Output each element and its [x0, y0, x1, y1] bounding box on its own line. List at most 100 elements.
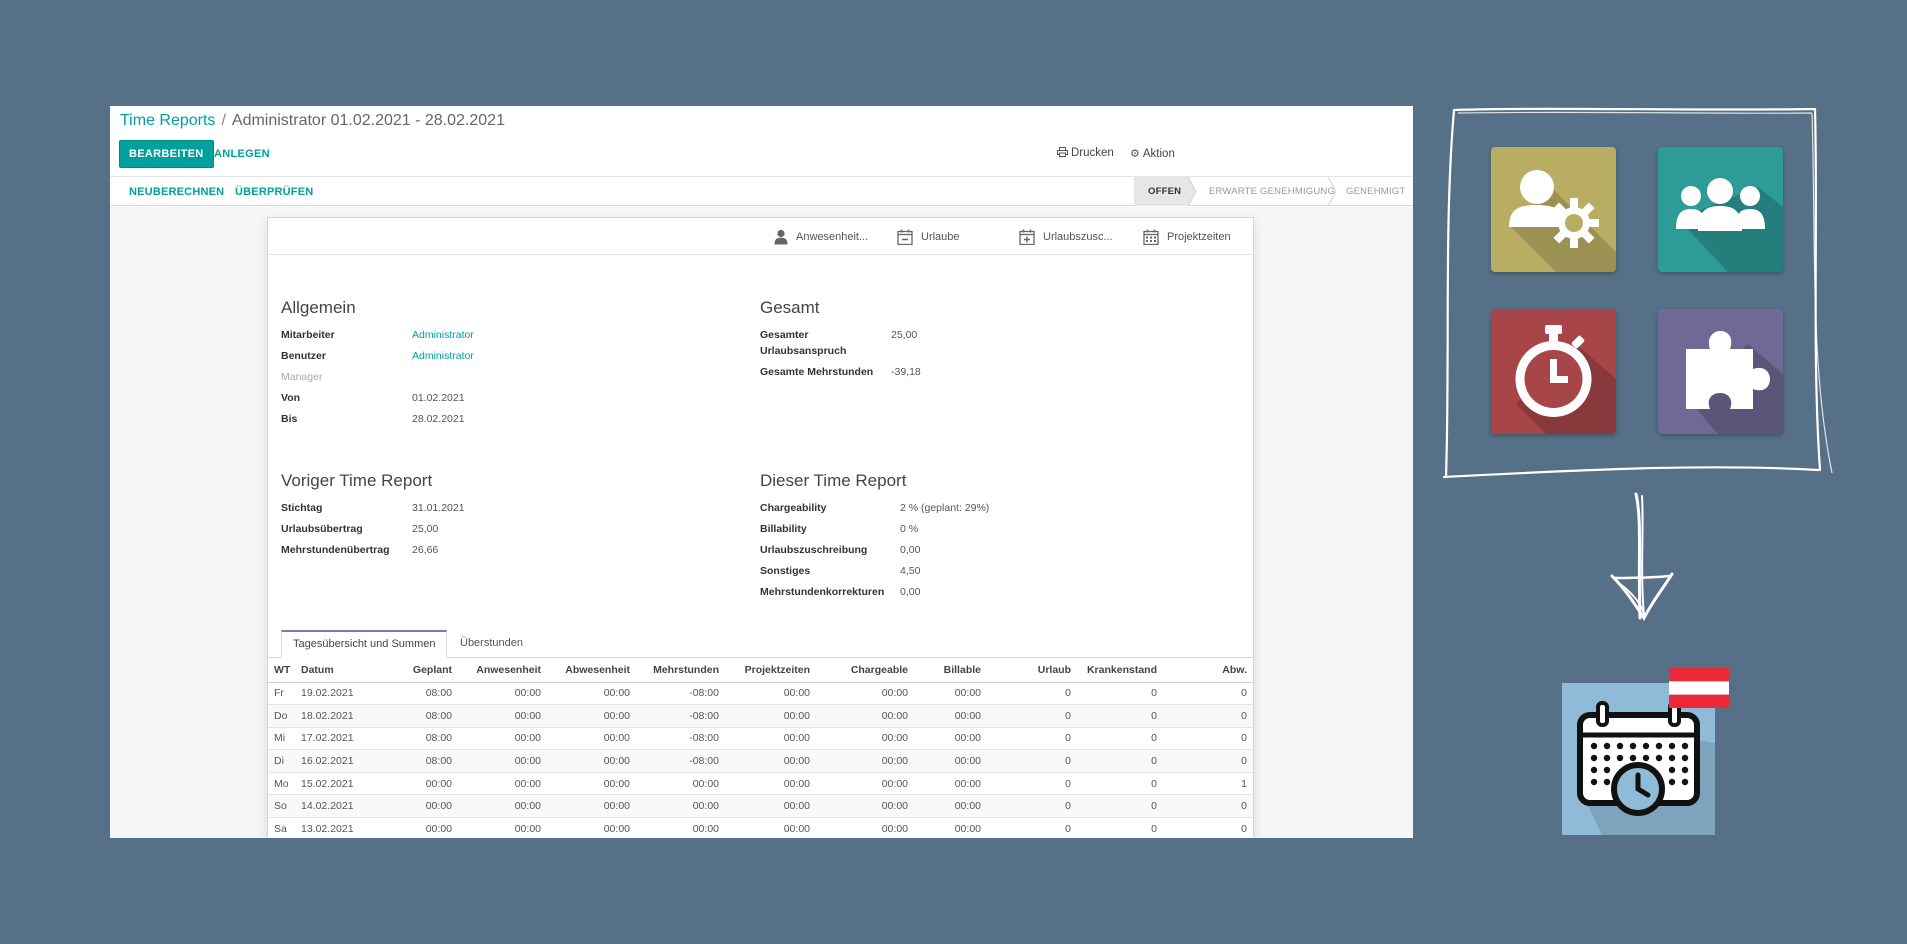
table-cell: 00:00: [816, 704, 914, 728]
leave-allocation-label: Urlaubszusc...: [1043, 230, 1113, 243]
table-cell: 0: [1163, 794, 1253, 819]
calendar-minus-icon: [897, 229, 913, 245]
table-header-row: WT Datum Geplant Anwesenheit Abwesenheit Mehr…: [268, 658, 1253, 683]
calendar-day-dot: [1590, 742, 1598, 750]
column-header[interactable]: Chargeable: [816, 658, 914, 683]
calendar-day-dot: [1681, 742, 1689, 750]
table-cell: 00:00: [914, 682, 987, 706]
table-cell: 0: [1163, 817, 1253, 838]
table-row[interactable]: Do 18.02.2021 08:00 00:00 00:00 -08:00 00:00 00…: [268, 704, 1253, 728]
table-cell: 15.02.2021: [295, 772, 383, 796]
tab-overtime[interactable]: Überstunden: [449, 630, 534, 658]
edit-button[interactable]: BEARBEITEN: [119, 140, 214, 168]
overtime-carryover-value: 26,66: [412, 544, 439, 556]
calendar-day-dot: [1668, 754, 1676, 762]
table-row[interactable]: So 14.02.2021 00:00 00:00 00:00 00:00 00:00 00:…: [268, 794, 1253, 819]
cutoff-date-label: Stichtag: [281, 502, 323, 514]
billability-value: 0 %: [900, 523, 919, 535]
table-cell: 0: [1077, 794, 1163, 819]
timesheets-app-tile[interactable]: [1491, 309, 1616, 434]
user-link[interactable]: Administrator: [412, 350, 474, 362]
column-header[interactable]: Mehrstunden: [636, 658, 725, 683]
recalculate-button[interactable]: NEUBERECHNEN: [129, 177, 224, 207]
column-header[interactable]: Geplant: [383, 658, 458, 683]
table-cell: 00:00: [914, 727, 987, 751]
odoo-window: Time Reports / Administrator 01.02.2021 - …: [110, 106, 1413, 838]
calendar-icon: [1143, 229, 1159, 245]
table-cell: -08:00: [636, 749, 725, 773]
table-cell: 1: [1163, 772, 1253, 796]
to-value: 28.02.2021: [412, 413, 465, 425]
overtime-corrections-value: 0,00: [900, 586, 921, 598]
column-header[interactable]: Urlaub: [987, 658, 1077, 683]
calendar-day-dot: [1603, 742, 1611, 750]
column-header[interactable]: Projektzeiten: [725, 658, 816, 683]
table-cell: 00:00: [914, 749, 987, 773]
column-header[interactable]: Krankenstand: [1077, 658, 1163, 683]
table-cell: -08:00: [636, 682, 725, 706]
table-row[interactable]: Fr 19.02.2021 08:00 00:00 00:00 -08:00 00:00 00…: [268, 682, 1253, 706]
status-open[interactable]: OFFEN: [1134, 177, 1188, 206]
calendar-day-dot: [1642, 754, 1650, 762]
vacation-allocation-value: 0,00: [900, 544, 921, 556]
breadcrumb-root-link[interactable]: Time Reports: [120, 112, 215, 129]
total-vacation-label-line2: Urlaubsanspruch: [760, 345, 847, 357]
table-row[interactable]: Sa 13.02.2021 00:00 00:00 00:00 00:00 00:00 00:…: [268, 817, 1253, 838]
austria-flag-icon: [1669, 668, 1729, 708]
employee-link[interactable]: Administrator: [412, 329, 474, 341]
table-cell: 00:00: [636, 772, 725, 796]
review-button[interactable]: ÜBERPRÜFEN: [235, 177, 313, 207]
breadcrumb-current: Administrator 01.02.2021 - 28.02.2021: [231, 112, 505, 129]
project-times-label: Projektzeiten: [1167, 230, 1231, 243]
table-cell: 08:00: [383, 727, 458, 751]
action-menu[interactable]: ⚙ Aktion: [1130, 147, 1175, 160]
table-cell: 0: [1077, 727, 1163, 751]
table-cell: 00:00: [816, 794, 914, 819]
form-sheet: Anwesenheit... Urlaube Urlaubszusc... Pr…: [267, 217, 1254, 838]
table-row[interactable]: Mi 17.02.2021 08:00 00:00 00:00 -08:00 00:00 00…: [268, 727, 1253, 751]
table-cell: Mi: [268, 727, 295, 751]
column-header[interactable]: Billable: [914, 658, 987, 683]
apps-app-tile[interactable]: [1658, 309, 1783, 434]
project-times-smart-button[interactable]: Projektzeiten: [1143, 218, 1231, 255]
total-overtime-value: -39,18: [891, 366, 921, 378]
table-cell: -08:00: [636, 704, 725, 728]
column-header[interactable]: Abwesenheit: [547, 658, 636, 683]
table-cell: 00:00: [816, 772, 914, 796]
create-button[interactable]: ANLEGEN: [214, 140, 270, 168]
table-row[interactable]: Di 16.02.2021 08:00 00:00 00:00 -08:00 00:00 00…: [268, 749, 1253, 773]
status-awaiting-approval[interactable]: ERWARTE GENEHMIGUNG: [1195, 177, 1345, 206]
attendance-label: Anwesenheit...: [796, 230, 869, 243]
column-header[interactable]: WT: [268, 658, 295, 683]
table-cell: 00:00: [816, 817, 914, 838]
total-overtime-label: Gesamte Mehrstunden: [760, 366, 874, 378]
table-cell: 18.02.2021: [295, 704, 383, 728]
gear-icon: ⚙: [1130, 148, 1140, 160]
column-header[interactable]: Abw.: [1163, 658, 1253, 683]
column-header[interactable]: Datum: [295, 658, 383, 683]
table-cell: 08:00: [383, 704, 458, 728]
table-cell: 00:00: [547, 772, 636, 796]
table-cell: 0: [1077, 704, 1163, 728]
table-cell: 0: [987, 704, 1077, 728]
tab-daily-overview[interactable]: Tagesübersicht und Summen: [281, 630, 448, 658]
leaves-smart-button[interactable]: Urlaube: [897, 218, 960, 255]
column-header[interactable]: Anwesenheit: [458, 658, 547, 683]
calendar-plus-icon: [1019, 229, 1035, 245]
employee-settings-app-tile[interactable]: [1491, 147, 1616, 272]
to-label: Bis: [281, 413, 298, 425]
table-cell: 0: [1077, 682, 1163, 706]
employees-app-tile[interactable]: [1658, 147, 1783, 272]
stopwatch-icon: [1515, 325, 1616, 434]
calendar-day-dot: [1616, 742, 1624, 750]
attendance-smart-button[interactable]: Anwesenheit...: [774, 218, 868, 255]
total-vacation-label: Gesamter: [760, 329, 809, 341]
status-approved[interactable]: GENEHMIGT: [1332, 177, 1413, 206]
table-cell: 0: [1163, 704, 1253, 728]
leave-allocation-smart-button[interactable]: Urlaubszusc...: [1019, 218, 1113, 255]
general-section-title: Allgemein: [281, 298, 356, 317]
table-row[interactable]: Mo 15.02.2021 00:00 00:00 00:00 00:00 00:00 00:…: [268, 772, 1253, 796]
print-menu[interactable]: Drucken: [1057, 147, 1114, 159]
table-body: Fr 19.02.2021 08:00 00:00 00:00 -08:00 00:00 00…: [268, 682, 1253, 838]
table-cell: 08:00: [383, 749, 458, 773]
